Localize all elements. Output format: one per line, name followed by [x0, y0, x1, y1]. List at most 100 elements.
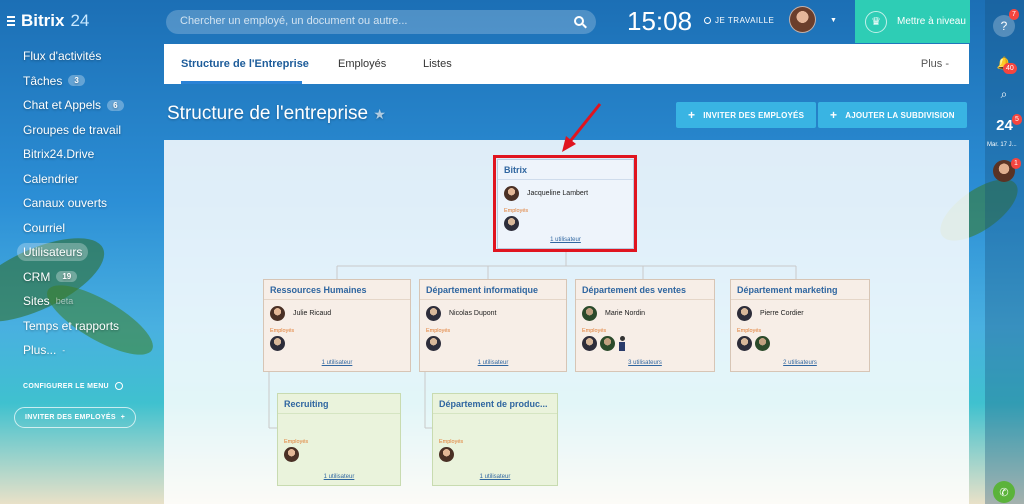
menu-item-open-channels[interactable]: Canaux ouverts [0, 191, 160, 216]
head-name[interactable]: Marie Nordin [605, 310, 645, 317]
menu-item-time-reports[interactable]: Temps et rapports [0, 314, 160, 339]
tabs-bar: Structure de l'Entreprise Employés Liste… [164, 44, 969, 84]
employees-label: Employés [270, 328, 295, 334]
search-input[interactable] [180, 15, 560, 27]
department-name[interactable]: Département marketing [731, 280, 869, 300]
menu-item-tasks[interactable]: Tâches 3 [0, 69, 160, 94]
menu-item-more[interactable]: Plus... - [0, 338, 160, 363]
employee-avatar[interactable] [600, 336, 615, 351]
head-name[interactable]: Pierre Cordier [760, 310, 804, 317]
app-logo[interactable]: Bitrix 24 [7, 11, 89, 31]
add-subdivision-button[interactable]: + AJOUTER LA SUBDIVISION [818, 102, 967, 128]
upgrade-label: Mettre à niveau [897, 16, 966, 27]
menu-item-users[interactable]: Utilisateurs [0, 240, 160, 265]
menu-item-groups[interactable]: Groupes de travail [0, 118, 160, 143]
department-name[interactable]: Département des ventes [576, 280, 714, 300]
users-link[interactable]: 1 utilisateur [278, 474, 400, 480]
crown-icon: ♛ [865, 10, 887, 33]
employee-avatar[interactable] [426, 336, 441, 351]
employee-avatar[interactable] [737, 336, 752, 351]
org-card-subdepartment[interactable]: Recruiting Employés 1 utilisateur [277, 393, 401, 486]
upgrade-button[interactable]: ♛ Mettre à niveau [855, 0, 970, 43]
menu-item-mail[interactable]: Courriel [0, 216, 160, 241]
right-bar: ? 7 🔔 40 ⌕ 24 5 Mar. 17 J... 1 ✆ [985, 0, 1024, 504]
invite-employees-left-button[interactable]: INVITER DES EMPLOYÉS + [14, 407, 137, 428]
employee-avatar[interactable] [582, 336, 597, 351]
employee-avatar[interactable] [618, 336, 626, 351]
users-link[interactable]: 1 utilisateur [433, 474, 557, 480]
org-card-department[interactable]: Département informatique Nicolas Dupont … [419, 279, 567, 372]
employees-label: Employés [284, 439, 309, 445]
phone-button[interactable]: ✆ [993, 481, 1015, 503]
search-icon[interactable] [574, 16, 584, 26]
add-subdivision-label: AJOUTER LA SUBDIVISION [845, 110, 955, 120]
org-card-department[interactable]: Département marketing Pierre Cordier Emp… [730, 279, 870, 372]
employees-label: Employés [439, 439, 464, 445]
employee-avatar[interactable] [755, 336, 770, 351]
department-name[interactable]: Recruiting [278, 394, 400, 414]
menu-item-sites[interactable]: Sites beta [0, 289, 160, 314]
menu-item-label: Tâches [23, 73, 63, 88]
employees-label: Employés [582, 328, 607, 334]
employees-label: Employés [737, 328, 762, 334]
contact-badge: 1 [1011, 158, 1021, 169]
head-name[interactable]: Julie Ricaud [293, 310, 331, 317]
org-card-department[interactable]: Département des ventes Marie Nordin Empl… [575, 279, 715, 372]
global-search[interactable] [166, 10, 596, 34]
head-avatar[interactable] [426, 306, 441, 321]
head-avatar[interactable] [270, 306, 285, 321]
head-avatar[interactable] [737, 306, 752, 321]
calendar-badge: 5 [1012, 114, 1022, 125]
menu-icon[interactable] [7, 16, 15, 26]
tab-company-structure[interactable]: Structure de l'Entreprise [181, 58, 309, 70]
department-name[interactable]: Département de produc... [433, 394, 557, 414]
clock: 15:08 [627, 6, 693, 36]
star-icon[interactable]: ★ [373, 106, 386, 122]
users-link[interactable]: 2 utilisateurs [731, 360, 869, 366]
help-badge: 7 [1009, 9, 1019, 20]
logo-text: Bitrix [21, 11, 65, 30]
menu-item-label: Flux d'activités [23, 49, 102, 64]
employee-avatar[interactable] [270, 336, 285, 351]
search-button[interactable]: ⌕ [993, 83, 1015, 105]
menu-item-label: Chat et Appels [23, 98, 102, 113]
menu-item-drive[interactable]: Bitrix24.Drive [0, 142, 160, 167]
annotation-highlight-box [493, 155, 637, 252]
tab-employees[interactable]: Employés [338, 58, 386, 70]
users-link[interactable]: 1 utilisateur [420, 360, 566, 366]
page-title-text: Structure de l'entreprise [167, 103, 369, 124]
menu-item-label: Plus... [23, 343, 57, 358]
head-avatar[interactable] [582, 306, 597, 321]
tabs-more-button[interactable]: Plus - [921, 58, 949, 70]
user-avatar[interactable] [789, 6, 816, 33]
tab-lists[interactable]: Listes [423, 58, 452, 70]
left-menu: Flux d'activités Tâches 3 Chat et Appels 6… [0, 44, 160, 363]
menu-item-chat[interactable]: Chat et Appels 6 [0, 93, 160, 118]
invite-employees-button[interactable]: + INVITER DES EMPLOYÉS [676, 102, 817, 128]
menu-item-label: Groupes de travail [23, 122, 122, 137]
configure-menu-button[interactable]: CONFIGURER LE MENU [23, 382, 123, 390]
department-name[interactable]: Département informatique [420, 280, 566, 300]
menu-item-crm[interactable]: CRM 19 [0, 265, 160, 290]
phone-icon: ✆ [999, 486, 1009, 499]
department-name[interactable]: Ressources Humaines [264, 280, 410, 300]
employee-avatar[interactable] [284, 447, 299, 462]
head-name[interactable]: Nicolas Dupont [449, 310, 496, 317]
work-status[interactable]: JE TRAVAILLE [704, 16, 774, 25]
plus-icon: + [120, 414, 126, 421]
menu-item-label: CRM [23, 269, 51, 284]
employee-avatar[interactable] [439, 447, 454, 462]
users-link[interactable]: 3 utilisateurs [576, 360, 714, 366]
chevron-down-icon[interactable]: ▼ [830, 17, 837, 24]
plus-icon: + [830, 108, 838, 122]
menu-item-calendar[interactable]: Calendrier [0, 167, 160, 192]
menu-item-feed[interactable]: Flux d'activités [0, 44, 160, 69]
org-card-department[interactable]: Ressources Humaines Julie Ricaud Employé… [263, 279, 411, 372]
menu-item-label: Calendrier [23, 171, 79, 186]
users-link[interactable]: 1 utilisateur [264, 360, 410, 366]
status-dot-icon [704, 17, 711, 24]
org-card-subdepartment[interactable]: Département de produc... Employés 1 util… [432, 393, 558, 486]
menu-item-label: Bitrix24.Drive [23, 147, 95, 162]
menu-item-label: Canaux ouverts [23, 196, 108, 211]
